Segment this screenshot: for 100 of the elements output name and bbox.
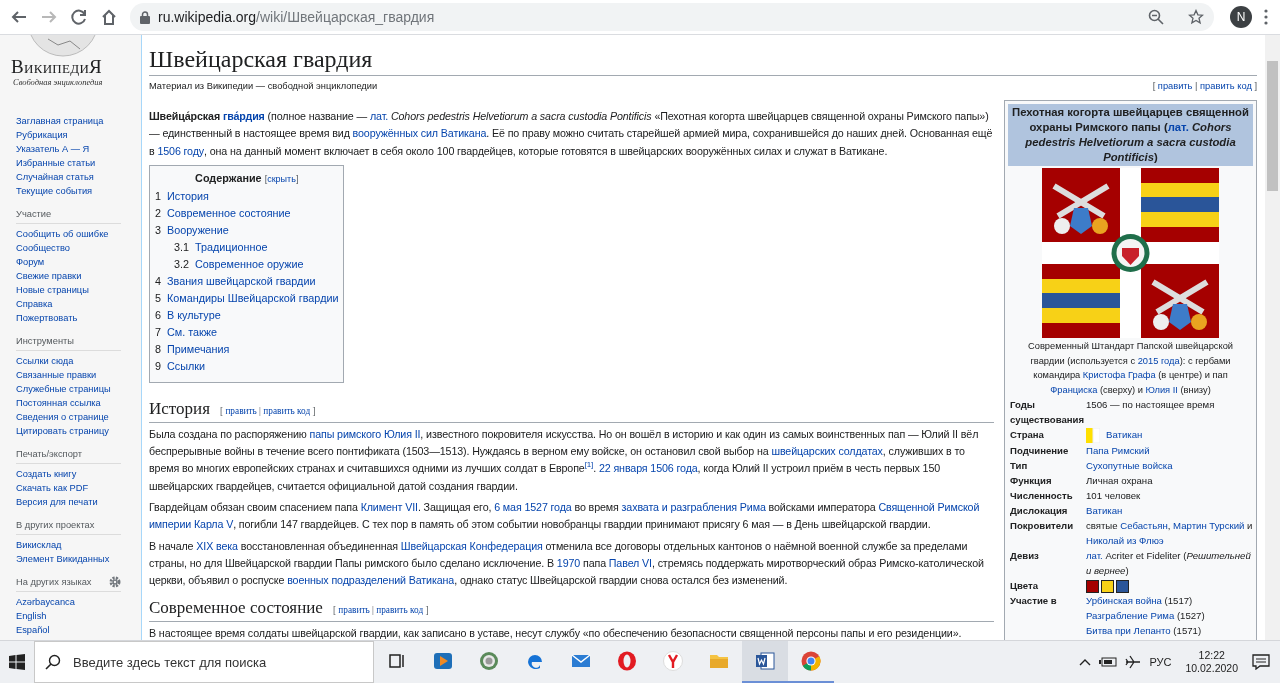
link[interactable]: Битва при Лепанто (1086, 624, 1171, 636)
link[interactable]: править код (263, 405, 311, 416)
sidebar-link[interactable]: Случайная статья (16, 170, 141, 184)
link[interactable]: Кристофа Графа (1082, 370, 1156, 380)
link[interactable]: Карла V (193, 518, 234, 531)
star-icon[interactable] (1188, 9, 1204, 25)
language-indicator[interactable]: РУС (1149, 656, 1172, 668)
link[interactable]: лат. (369, 110, 389, 122)
infobox-label: Страна (1009, 428, 1045, 442)
toc-link[interactable]: Вооружение (167, 221, 229, 239)
scrollbar-thumb[interactable] (1267, 61, 1278, 191)
link[interactable]: 2015 года (1137, 355, 1180, 366)
sidebar-link[interactable]: Заглавная страница (16, 114, 141, 128)
settings-icon[interactable] (109, 575, 121, 588)
link[interactable]: Юлия II (1145, 384, 1178, 395)
sidebar-link[interactable]: Постоянная ссылка (16, 396, 141, 410)
sidebar-link[interactable]: Пожертвовать (16, 311, 141, 325)
toc-link[interactable]: См. также (167, 323, 217, 341)
link[interactable]: швейцарских солдатах (771, 445, 883, 458)
toc-link[interactable]: Примечания (167, 340, 230, 358)
link[interactable]: 1506 году (157, 144, 205, 157)
sidebar-link[interactable]: Избранные статьи (16, 156, 141, 170)
sidebar-link[interactable]: Ссылки сюда (16, 354, 141, 368)
link[interactable]: править (225, 405, 257, 416)
link[interactable]: захвата и разграбления Рима (621, 501, 766, 514)
sidebar-link[interactable]: Служебные страницы (16, 382, 141, 396)
notification-icon[interactable] (1252, 654, 1270, 670)
link[interactable]: XIX века (196, 539, 238, 552)
sidebar-link[interactable]: Español (16, 623, 141, 637)
toc-number: 3.1 (174, 239, 189, 255)
link[interactable]: 22 января 1506 года (598, 462, 698, 475)
airplane-icon[interactable] (1125, 655, 1142, 669)
link[interactable]: Николай из Флюэ (1086, 534, 1164, 546)
link[interactable]: Мартин Турский (1173, 519, 1245, 531)
link[interactable]: править код (1200, 81, 1252, 91)
link[interactable]: Павел VI (608, 556, 652, 569)
link[interactable]: Разграбление Рима (1086, 609, 1175, 621)
link[interactable]: Франциска (1050, 384, 1098, 395)
profile-avatar[interactable]: N (1230, 6, 1252, 28)
link[interactable]: папы римского (309, 427, 384, 440)
link[interactable]: править код (376, 604, 424, 615)
sidebar-link[interactable]: Цитировать страницу (16, 424, 141, 438)
sidebar-link[interactable]: Новые страницы (16, 283, 141, 297)
link[interactable]: править (338, 604, 370, 615)
link[interactable]: Себастьян (1120, 519, 1168, 531)
battery-icon[interactable] (1099, 657, 1118, 667)
sidebar-link[interactable]: Связанные правки (16, 368, 141, 382)
link[interactable]: править (1157, 81, 1193, 91)
article-title: Швейцарская гвардия (149, 45, 1257, 76)
sidebar-link[interactable]: Сообщество (16, 241, 141, 255)
sidebar-link[interactable]: Справка (16, 297, 141, 311)
link[interactable]: Швейцарская Конфедерация (400, 539, 543, 552)
sidebar-link[interactable]: Форум (16, 255, 141, 269)
toc-link[interactable]: В культуре (167, 306, 221, 324)
link[interactable]: лат. (1167, 121, 1189, 133)
link[interactable]: лат. (1086, 549, 1103, 561)
toc-link[interactable]: История (167, 187, 209, 205)
sidebar-link[interactable]: English (16, 609, 141, 623)
search-icon (45, 654, 61, 670)
link[interactable]: Сухопутные войска (1086, 459, 1173, 471)
toc-link[interactable]: Традиционное (195, 238, 268, 256)
link[interactable]: Священной Римской (878, 501, 980, 514)
caret-up-icon[interactable] (1079, 658, 1092, 666)
address-bar[interactable]: ru.wikipedia.org/wiki/Швейцарская_гвардия (130, 3, 1214, 31)
sidebar-link[interactable]: Версия для печати (16, 495, 141, 509)
link[interactable]: Урбинская война (1086, 594, 1162, 606)
link[interactable]: Климент VII (360, 501, 418, 514)
sidebar-link[interactable]: Azərbaycanca (16, 595, 141, 609)
toc-number: 1 (155, 188, 161, 204)
sidebar-link[interactable]: Викисклад (16, 538, 141, 552)
toc-link[interactable]: Современное состояние (167, 204, 291, 222)
link[interactable]: 6 мая 1527 года (494, 501, 572, 514)
sidebar-link[interactable]: Создать книгу (16, 467, 141, 481)
sidebar-link[interactable]: Скачать как PDF (16, 481, 141, 495)
sidebar-link[interactable]: Элемент Викиданных (16, 552, 141, 566)
link[interactable]: 1970 (556, 556, 581, 569)
link[interactable]: гва́рдия (222, 110, 265, 122)
paragraph: Швейца́рская гва́рдия (полное название — лат. Cohors pedestris Helvetiorum a sacra custodia Pontificis «Пехотная когорта швейцарцев священной охраны Римского папы») — единственный в настоящее время вид вооружённых сил Ватикана. Её по праву можно считать старейшей армией мира, сохранившейся до наших дней. Основанная ещё в 1506 году, она на данный момент включает в себя около 100 гвардейцев, которые готовятся в швейцарских вооружённых силах и служат в Ватикане. (149, 109, 994, 159)
infobox-label: Участие в (1009, 593, 1058, 608)
clock[interactable]: 12:22 10.02.2020 (1179, 649, 1244, 675)
taskbar-button[interactable] (742, 641, 788, 683)
link[interactable]: империи (149, 518, 194, 531)
link[interactable]: Ватикан (1106, 429, 1143, 440)
toc-link[interactable]: Звания швейцарской гвардии (167, 272, 316, 290)
toc-link[interactable]: Командиры Швейцарской гвардии (167, 289, 339, 307)
search-field[interactable]: Введите здесь текст для поиска (34, 641, 374, 683)
link[interactable]: Ватикан (1086, 504, 1123, 516)
link[interactable]: Папа Римский (1086, 444, 1150, 456)
sidebar-link[interactable]: Рубрикация (16, 128, 141, 142)
sidebar-link[interactable]: Сведения о странице (16, 410, 141, 424)
paragraph: В настоящее время солдаты швейцарской гвардии, как записано в уставе, несут службу «по обеспечению безопасности священной персоны папы и его резиденции». (149, 625, 963, 640)
link[interactable]: [1] (584, 462, 594, 475)
image-caption: Современный Штандарт Папской швейцарской гвардии (используется с 2015 года): с гербами командира Кристофа Графа (в центре) и пап Франциска (сверху) и Юлия II (внизу) (1027, 340, 1234, 397)
sidebar-link[interactable]: Указатель А — Я (16, 142, 141, 156)
sidebar-link[interactable]: Текущие события (16, 184, 141, 198)
sidebar-link[interactable]: Свежие правки (16, 269, 141, 283)
toc-link[interactable]: Современное оружие (195, 255, 304, 273)
sidebar-link[interactable]: Сообщить об ошибке (16, 227, 141, 241)
toc-link[interactable]: Ссылки (167, 357, 206, 375)
link[interactable]: скрыть (267, 173, 296, 184)
